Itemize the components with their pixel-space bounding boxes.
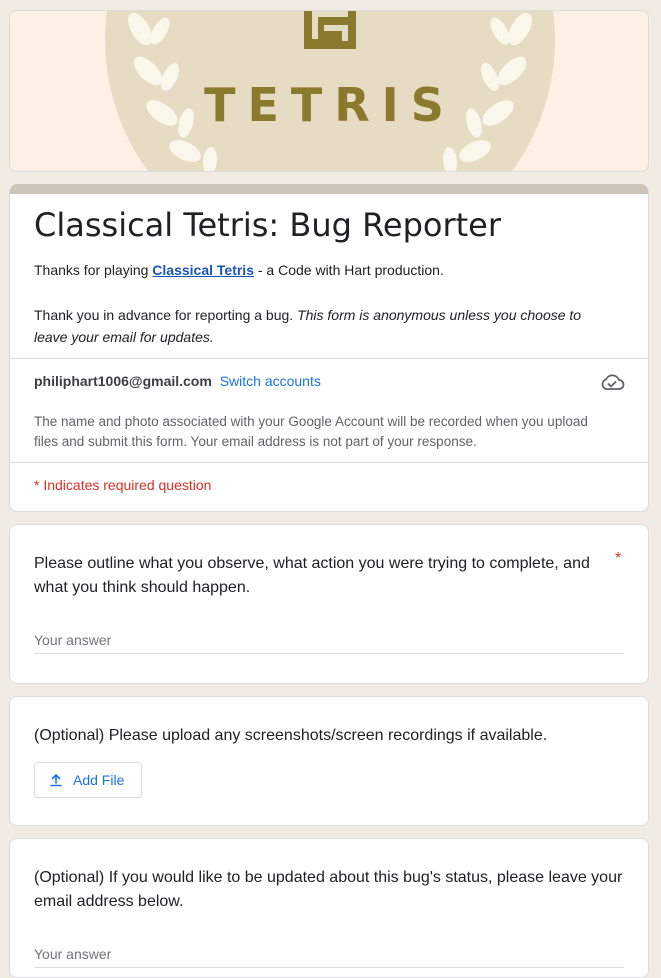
- question-card-email: (Optional) If you would like to be updat…: [9, 838, 649, 978]
- switch-accounts-link[interactable]: Switch accounts: [220, 373, 321, 389]
- form-description: Thanks for playing Classical Tetris - a …: [34, 262, 444, 278]
- header-banner: TETRIS: [9, 10, 649, 172]
- form-description-2: Thank you in advance for reporting a bug…: [34, 304, 614, 348]
- add-file-label: Add File: [73, 772, 125, 788]
- observation-answer-input[interactable]: [34, 627, 624, 654]
- question-card-upload: (Optional) Please upload any screenshots…: [9, 696, 649, 826]
- account-email: philiphart1006@gmail.com: [34, 373, 212, 389]
- desc-suffix: - a Code with Hart production.: [253, 262, 444, 278]
- upload-icon: [50, 774, 62, 787]
- desc2-plain: Thank you in advance for reporting a bug…: [34, 307, 298, 323]
- divider: [10, 358, 648, 359]
- logo-text: TETRIS: [204, 78, 456, 132]
- question-text: Please outline what you observe, what ac…: [34, 555, 590, 596]
- question-text: (Optional) Please upload any screenshots…: [34, 727, 548, 744]
- privacy-note: The name and photo associated with your …: [34, 414, 588, 449]
- classical-tetris-link[interactable]: Classical Tetris: [152, 262, 254, 278]
- required-asterisk: *: [615, 550, 622, 567]
- cloud-saved-icon[interactable]: [599, 372, 625, 392]
- form-title: Classical Tetris: Bug Reporter: [34, 206, 501, 244]
- tetris-logo-image: TETRIS: [105, 11, 555, 171]
- form-header-card: Classical Tetris: Bug Reporter Thanks fo…: [9, 184, 649, 512]
- add-file-button[interactable]: Add File: [34, 762, 142, 798]
- desc-prefix: Thanks for playing: [34, 262, 153, 278]
- question-card-observation: Please outline what you observe, what ac…: [9, 524, 649, 684]
- accent-bar: [10, 184, 648, 194]
- account-row: philiphart1006@gmail.com Switch accounts: [34, 373, 321, 389]
- divider: [10, 462, 648, 463]
- question-text: (Optional) If you would like to be updat…: [34, 869, 623, 910]
- required-question-note: * Indicates required question: [34, 477, 212, 493]
